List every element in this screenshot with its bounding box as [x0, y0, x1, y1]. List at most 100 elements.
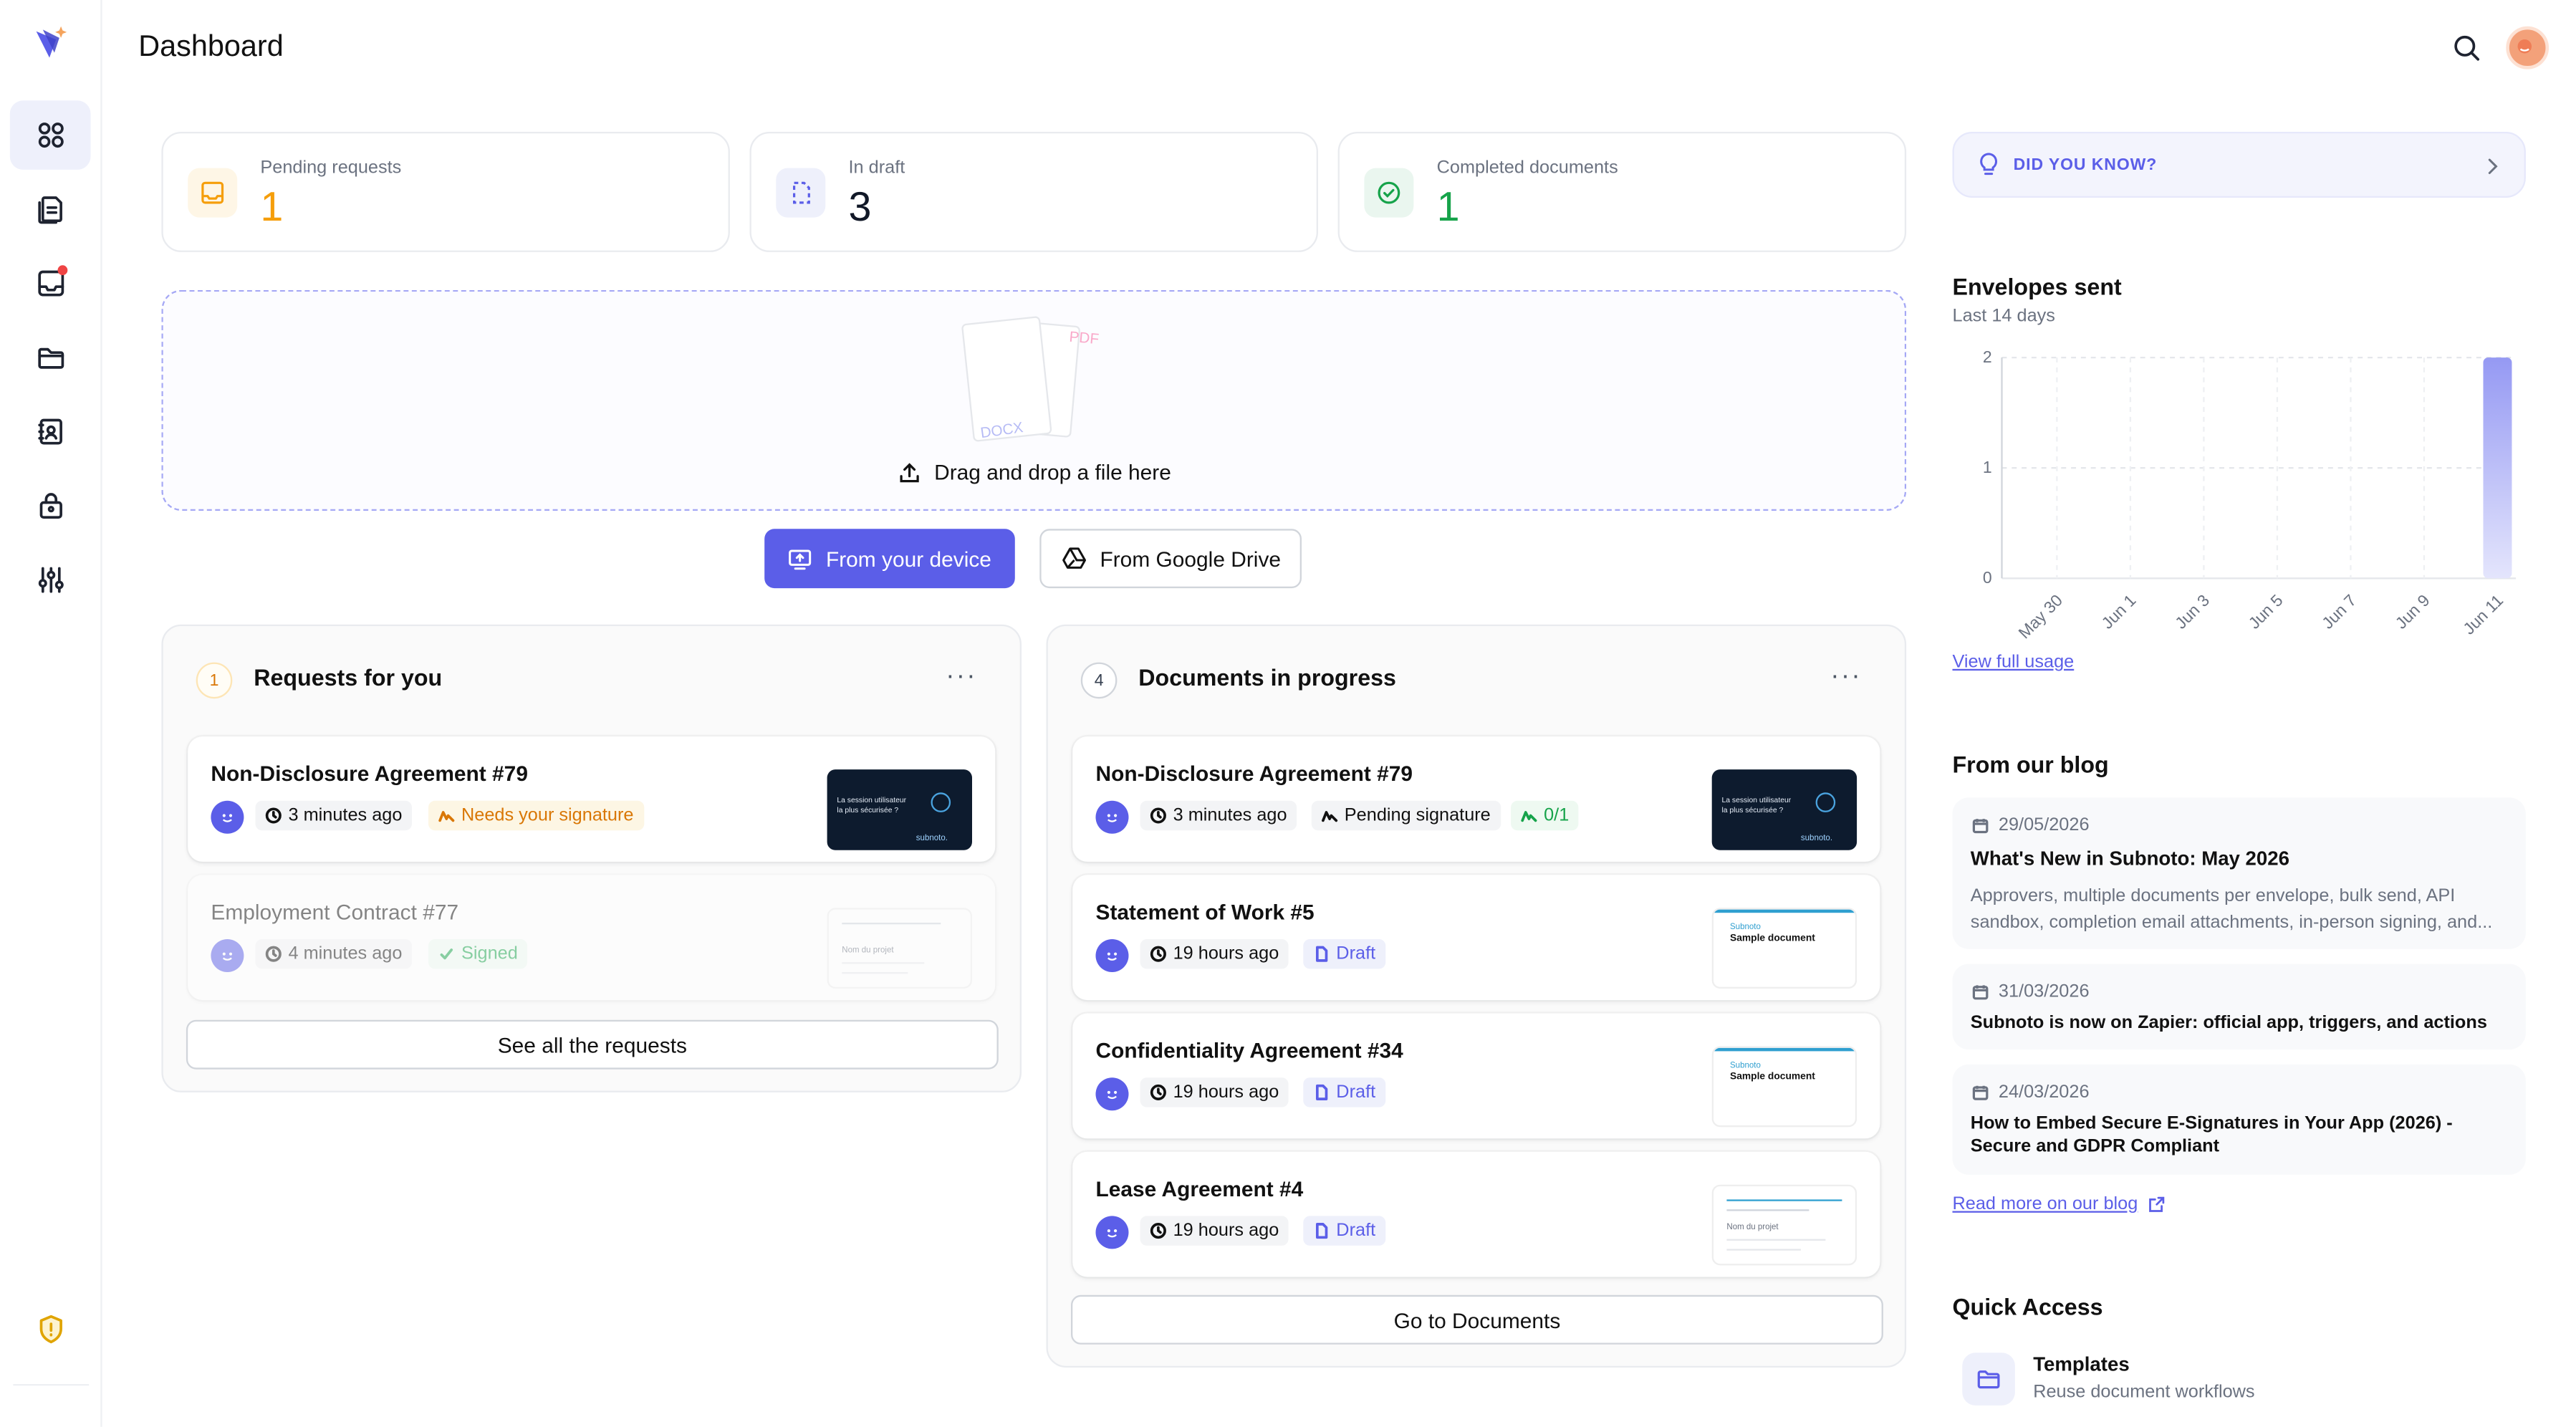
nav-vault[interactable] — [10, 471, 91, 541]
did-you-know-banner[interactable]: DID YOU KNOW? — [1952, 132, 2526, 198]
grid-icon — [37, 122, 63, 148]
sidebar — [0, 0, 102, 1427]
blog-post-title: Subnoto is now on Zapier: official app, … — [1970, 1013, 2487, 1034]
stat-label: In draft — [848, 158, 905, 178]
envelopes-subtitle: Last 14 days — [1952, 306, 2055, 327]
folder-icon — [37, 347, 64, 369]
nav-security[interactable] — [10, 1295, 91, 1365]
quick-access-item-subtitle: Reuse document workflows — [2033, 1382, 2255, 1403]
draft-document-icon — [776, 168, 826, 218]
documents-icon — [37, 196, 62, 224]
go-to-documents-button[interactable]: Go to Documents — [1071, 1294, 1883, 1345]
status-badge: Needs your signature — [428, 800, 644, 831]
stat-card-completed[interactable]: Completed documents 1 — [1337, 132, 1907, 252]
sidebar-divider — [13, 1384, 90, 1386]
chevron-right-icon — [2488, 158, 2498, 174]
x-tick-label: Jun 11 — [2459, 591, 2507, 638]
x-tick-label: Jun 3 — [2171, 591, 2213, 633]
file-dropzone[interactable]: PDF DOCX Drag and drop a file here — [161, 289, 1907, 511]
blog-post-excerpt: Approvers, multiple documents per envelo… — [1970, 886, 2493, 933]
signature-icon — [1322, 811, 1338, 822]
documents-in-progress-panel: 4 Documents in progress ··· Non-Disclosu… — [1046, 624, 1907, 1368]
nav-contacts[interactable] — [10, 397, 91, 466]
see-all-requests-button[interactable]: See all the requests — [186, 1019, 999, 1070]
time-pill: 3 minutes ago — [255, 800, 413, 831]
x-tick-label: May 30 — [2014, 591, 2066, 643]
nav-settings[interactable] — [10, 545, 91, 615]
notification-dot — [57, 265, 68, 276]
avatar — [1095, 1216, 1129, 1249]
upload-from-google-drive-button[interactable]: From Google Drive — [1039, 529, 1302, 589]
request-row[interactable]: Non-Disclosure Agreement #79 3 minutes a… — [188, 736, 996, 862]
view-full-usage-link[interactable]: View full usage — [1953, 653, 2075, 673]
avatar[interactable] — [2506, 26, 2549, 69]
avatar — [1095, 939, 1129, 972]
nav-inbox[interactable] — [10, 249, 91, 318]
avatar — [1095, 1077, 1129, 1111]
avatar — [211, 800, 244, 834]
blog-post-card[interactable]: 24/03/2026 How to Embed Secure E-Signatu… — [1952, 1064, 2526, 1175]
avatar — [1095, 800, 1129, 834]
requests-count-badge: 1 — [196, 662, 233, 699]
shield-icon — [1815, 792, 1836, 812]
nav-dashboard[interactable] — [9, 100, 91, 170]
quick-access-templates[interactable]: Templates Reuse document workflows — [1953, 1343, 2526, 1416]
monitor-upload-icon — [789, 549, 812, 570]
clock-icon — [265, 807, 282, 824]
external-link-icon — [2148, 1196, 2164, 1212]
shield-icon — [931, 792, 951, 812]
read-more-blog-link[interactable]: Read more on our blog — [1953, 1195, 2165, 1214]
x-tick-label: Jun 7 — [2318, 591, 2360, 633]
document-row[interactable]: Confidentiality Agreement #34 19 hours a… — [1072, 1013, 1880, 1139]
status-badge: Draft — [1303, 939, 1385, 969]
document-row[interactable]: Lease Agreement #4 19 hours ago Draft No… — [1072, 1151, 1880, 1277]
folder-icon — [1962, 1352, 2015, 1406]
y-tick-label: 1 — [1983, 458, 1992, 476]
request-row[interactable]: Employment Contract #77 4 minutes ago Si… — [188, 875, 996, 1001]
pdf-badge: PDF — [1068, 328, 1100, 347]
google-drive-icon — [1062, 547, 1086, 569]
envelopes-chart-svg: 0 1 2 May 30 Jun 1 Jun 3 Jun 5 Jun 7 Jun 9 Jun 11 — [1983, 347, 2517, 643]
document-row[interactable]: Non-Disclosure Agreement #79 3 minutes a… — [1072, 736, 1880, 862]
stat-value: 1 — [1436, 184, 1460, 231]
document-thumbnail: Subnoto Sample document — [1711, 1046, 1857, 1128]
requests-panel: 1 Requests for you ··· Non-Disclosure Ag… — [161, 624, 1022, 1092]
clock-icon — [1150, 946, 1166, 962]
more-options-icon[interactable]: ··· — [946, 663, 977, 692]
chart-bar — [2483, 357, 2512, 579]
document-thumbnail: La session utilisateur la plus sécurisée… — [827, 769, 972, 850]
calendar-icon — [1972, 819, 1989, 834]
dropzone-label: Drag and drop a file here — [898, 460, 1171, 484]
blog-post-card[interactable]: 31/03/2026 Subnoto is now on Zapier: off… — [1952, 964, 2526, 1050]
documents-count-badge: 4 — [1080, 662, 1118, 699]
shield-alert-icon — [39, 1315, 62, 1344]
document-row[interactable]: Statement of Work #5 19 hours ago Draft … — [1072, 875, 1880, 1001]
stat-card-pending[interactable]: Pending requests 1 — [161, 132, 730, 252]
blog-post-date: 29/05/2026 — [1998, 815, 2090, 836]
envelopes-chart: 0 1 2 May 30 Jun 1 Jun 3 Jun 5 Jun 7 Jun 9 Jun 11 — [1953, 338, 2526, 643]
stat-value: 3 — [848, 184, 872, 231]
blog-post-card[interactable]: 29/05/2026 What's New in Subnoto: May 20… — [1952, 797, 2526, 949]
nav-folders[interactable] — [10, 323, 91, 393]
time-pill: 3 minutes ago — [1140, 800, 1297, 831]
status-badge: Draft — [1303, 1077, 1385, 1108]
search-icon[interactable] — [2451, 33, 2481, 62]
blog-post-title: How to Embed Secure E-Signatures in Your… — [1970, 1113, 2453, 1157]
status-badge: Draft — [1303, 1216, 1385, 1246]
check-circle-icon — [1364, 168, 1414, 218]
x-tick-label: Jun 9 — [2392, 591, 2433, 633]
upload-from-device-button[interactable]: From your device — [764, 529, 1015, 589]
stat-label: Pending requests — [260, 158, 402, 178]
contacts-icon — [37, 418, 62, 445]
nav-documents[interactable] — [10, 175, 91, 244]
page-title: Dashboard — [138, 29, 284, 63]
quick-access-title: Quick Access — [1952, 1293, 2103, 1320]
x-tick-label: Jun 5 — [2244, 591, 2286, 633]
stat-card-draft[interactable]: In draft 3 — [749, 132, 1318, 252]
app-logo[interactable] — [33, 25, 69, 64]
time-pill: 19 hours ago — [1140, 1216, 1289, 1246]
blog-post-date: 24/03/2026 — [1998, 1082, 2090, 1102]
blog-post-date: 31/03/2026 — [1998, 981, 2090, 1002]
documents-title: Documents in progress — [1138, 663, 1396, 691]
more-options-icon[interactable]: ··· — [1830, 663, 1862, 692]
